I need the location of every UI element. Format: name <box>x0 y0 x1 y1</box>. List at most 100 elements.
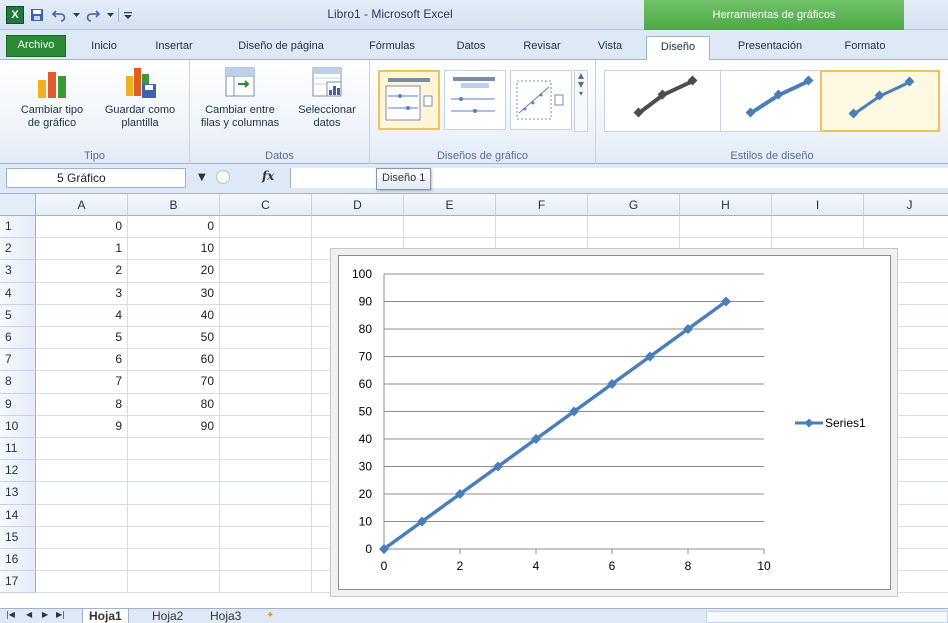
change-chart-type-button[interactable]: Cambiar tipo de gráfico <box>8 64 96 130</box>
tab-vista[interactable]: Vista <box>584 36 636 60</box>
cell-b9[interactable]: 80 <box>128 393 220 416</box>
cell-b16[interactable] <box>128 549 220 572</box>
insert-function-icon[interactable]: fx <box>262 169 274 183</box>
sheet-tab-hoja3[interactable]: Hoja3 <box>204 609 247 623</box>
cell-a6[interactable]: 5 <box>36 327 128 350</box>
row-header-13[interactable]: 13 <box>0 482 36 505</box>
style-1-thumbnail[interactable] <box>604 70 724 132</box>
row-header-3[interactable]: 3 <box>0 260 36 283</box>
excel-logo-icon[interactable]: X <box>6 6 24 24</box>
layout-3-thumbnail[interactable] <box>510 70 572 130</box>
row-header-2[interactable]: 2 <box>0 238 36 261</box>
row-header-16[interactable]: 16 <box>0 549 36 572</box>
row-header-5[interactable]: 5 <box>0 304 36 327</box>
cell-a8[interactable]: 7 <box>36 371 128 394</box>
cell-c1[interactable] <box>220 216 312 239</box>
switch-row-column-button[interactable]: Cambiar entre filas y columnas <box>192 64 288 130</box>
row-header-12[interactable]: 12 <box>0 460 36 483</box>
cell-a1[interactable]: 0 <box>36 216 128 239</box>
cell-b6[interactable]: 50 <box>128 327 220 350</box>
cell-b7[interactable]: 60 <box>128 349 220 372</box>
layouts-gallery-scroll[interactable]: ▲ ▼ ▾ <box>574 70 588 132</box>
cell-b3[interactable]: 20 <box>128 260 220 283</box>
row-header-11[interactable]: 11 <box>0 438 36 461</box>
tab-inicio[interactable]: Inicio <box>78 36 130 60</box>
cell-c7[interactable] <box>220 349 312 372</box>
cell-c3[interactable] <box>220 260 312 283</box>
next-sheet-icon[interactable]: ▶ <box>42 610 48 619</box>
scroll-down-icon[interactable]: ▼ <box>578 80 584 89</box>
cell-a13[interactable] <box>36 482 128 505</box>
cell-c2[interactable] <box>220 238 312 261</box>
cell-c15[interactable] <box>220 526 312 549</box>
cell-a11[interactable] <box>36 438 128 461</box>
tab-presentacion[interactable]: Presentación <box>718 36 822 60</box>
column-header-d[interactable]: D <box>312 194 404 216</box>
cell-b5[interactable]: 40 <box>128 304 220 327</box>
cell-b13[interactable] <box>128 482 220 505</box>
cell-b12[interactable] <box>128 460 220 483</box>
tab-diseno[interactable]: Diseño <box>646 36 710 61</box>
cell-d1[interactable] <box>312 216 404 239</box>
cell-b8[interactable]: 70 <box>128 371 220 394</box>
cell-c16[interactable] <box>220 549 312 572</box>
row-header-10[interactable]: 10 <box>0 415 36 438</box>
cell-b2[interactable]: 10 <box>128 238 220 261</box>
cell-b17[interactable] <box>128 571 220 594</box>
row-header-17[interactable]: 17 <box>0 571 36 594</box>
cell-b15[interactable] <box>128 526 220 549</box>
select-all-corner[interactable] <box>0 194 36 216</box>
sheet-tab-hoja2[interactable]: Hoja2 <box>146 609 189 623</box>
column-header-g[interactable]: G <box>588 194 680 216</box>
column-header-c[interactable]: C <box>220 194 312 216</box>
row-header-14[interactable]: 14 <box>0 504 36 527</box>
cell-c13[interactable] <box>220 482 312 505</box>
cell-b14[interactable] <box>128 504 220 527</box>
column-header-b[interactable]: B <box>128 194 220 216</box>
row-header-4[interactable]: 4 <box>0 282 36 305</box>
cell-e1[interactable] <box>404 216 496 239</box>
cell-c8[interactable] <box>220 371 312 394</box>
insert-sheet-icon[interactable]: ✦ <box>260 609 280 623</box>
cell-a10[interactable]: 9 <box>36 415 128 438</box>
horizontal-scrollbar[interactable] <box>706 611 948 623</box>
tab-revisar[interactable]: Revisar <box>510 36 574 60</box>
cell-i1[interactable] <box>772 216 864 239</box>
row-header-7[interactable]: 7 <box>0 349 36 372</box>
cell-a3[interactable]: 2 <box>36 260 128 283</box>
row-header-9[interactable]: 9 <box>0 393 36 416</box>
prev-sheet-icon[interactable]: ◀ <box>26 610 32 619</box>
row-header-15[interactable]: 15 <box>0 526 36 549</box>
cell-a15[interactable] <box>36 526 128 549</box>
tab-datos[interactable]: Datos <box>440 36 502 60</box>
cell-c5[interactable] <box>220 304 312 327</box>
undo-icon[interactable] <box>50 6 68 24</box>
style-3-thumbnail[interactable] <box>820 70 940 132</box>
cell-c10[interactable] <box>220 415 312 438</box>
cell-g1[interactable] <box>588 216 680 239</box>
gallery-expand-icon[interactable]: ▾ <box>579 89 583 98</box>
tab-diseno-pagina[interactable]: Diseño de página <box>218 36 344 60</box>
cell-f1[interactable] <box>496 216 588 239</box>
row-header-1[interactable]: 1 <box>0 216 36 239</box>
cell-a2[interactable]: 1 <box>36 238 128 261</box>
cell-a12[interactable] <box>36 460 128 483</box>
name-box[interactable]: 5 Gráfico <box>6 168 186 188</box>
cell-b11[interactable] <box>128 438 220 461</box>
redo-dropdown-icon[interactable] <box>106 6 114 24</box>
layout-1-thumbnail[interactable] <box>378 70 440 130</box>
cell-a16[interactable] <box>36 549 128 572</box>
cell-a7[interactable]: 6 <box>36 349 128 372</box>
cell-b10[interactable]: 90 <box>128 415 220 438</box>
column-header-a[interactable]: A <box>36 194 128 216</box>
save-icon[interactable] <box>28 6 46 24</box>
formula-bar-resize-icon[interactable] <box>216 170 230 184</box>
column-header-j[interactable]: J <box>864 194 948 216</box>
first-sheet-icon[interactable]: |◀ <box>6 610 15 619</box>
cell-c14[interactable] <box>220 504 312 527</box>
cell-a4[interactable]: 3 <box>36 282 128 305</box>
sheet-tab-hoja1[interactable]: Hoja1 <box>82 609 129 623</box>
cell-c9[interactable] <box>220 393 312 416</box>
row-header-6[interactable]: 6 <box>0 327 36 350</box>
layout-2-thumbnail[interactable] <box>444 70 506 130</box>
